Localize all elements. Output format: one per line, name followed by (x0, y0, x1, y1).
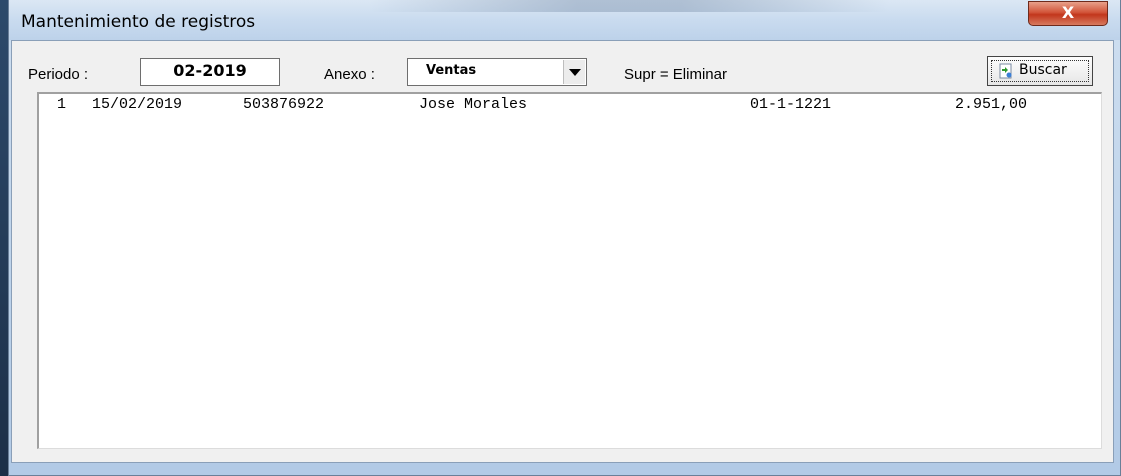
buscar-button[interactable]: Buscar (987, 56, 1093, 86)
client-area: Periodo : 02-2019 Anexo : Ventas Supr = … (11, 40, 1114, 463)
dialog-window: Mantenimiento de registros X Periodo : 0… (8, 0, 1121, 476)
list-item[interactable]: 1 15/02/2019 503876922 Jose Morales 01-1… (39, 96, 1101, 116)
periodo-label: Periodo : (28, 66, 89, 83)
record-id: 503876922 (243, 96, 325, 113)
anexo-select[interactable]: Ventas (407, 58, 587, 86)
title-bar[interactable]: Mantenimiento de registros X (9, 0, 1120, 40)
delete-hint-label: Supr = Eliminar (624, 66, 727, 83)
search-icon (999, 63, 1012, 79)
title-glare (369, 0, 889, 12)
periodo-field[interactable]: 02-2019 (140, 58, 280, 86)
window-title: Mantenimiento de registros (21, 12, 256, 32)
close-icon: X (1061, 3, 1075, 22)
record-amount: 2.951,00 (955, 96, 1028, 113)
chevron-down-icon (569, 69, 581, 76)
record-number: 1 (57, 96, 67, 113)
anexo-dropdown-button[interactable] (563, 60, 585, 84)
record-date: 15/02/2019 (92, 96, 183, 113)
close-button[interactable]: X (1028, 1, 1108, 26)
record-name: Jose Morales (419, 96, 528, 113)
anexo-label: Anexo : (324, 66, 375, 83)
record-code: 01-1-1221 (750, 96, 832, 113)
buscar-label: Buscar (1019, 62, 1067, 78)
records-list[interactable]: 1 15/02/2019 503876922 Jose Morales 01-1… (37, 92, 1102, 449)
anexo-selected-value: Ventas (426, 63, 477, 78)
